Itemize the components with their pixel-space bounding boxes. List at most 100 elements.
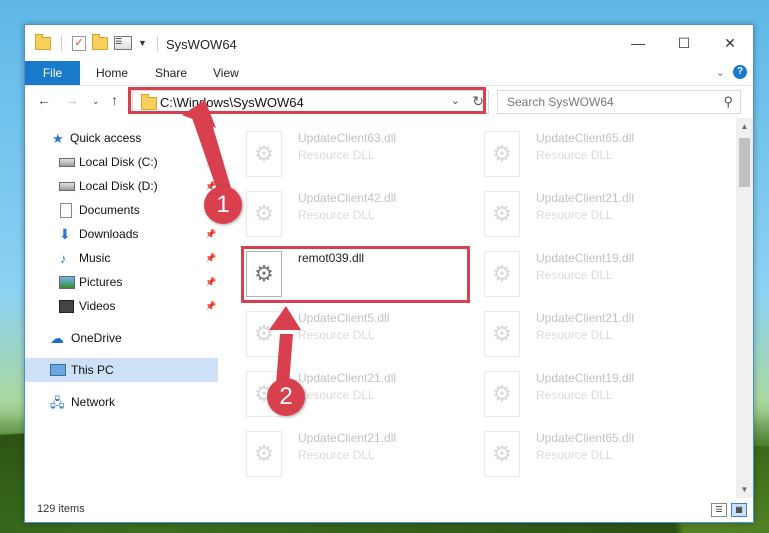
pin-icon[interactable]: 📌	[205, 157, 216, 168]
sidebar-item-videos[interactable]: Videos 📌	[25, 294, 218, 318]
maximize-button[interactable]: ☐	[661, 25, 707, 61]
details-view-icon[interactable]: ☰	[711, 503, 727, 517]
scrollbar-thumb[interactable]	[739, 138, 750, 187]
file-item[interactable]: ⚙ UpdateClient65.dll Resource DLL	[484, 427, 720, 483]
pin-icon[interactable]: 📌	[205, 277, 216, 288]
file-item[interactable]: ⚙ UpdateClient21.dll Resource DLL	[484, 187, 720, 243]
customize-toolbar-icon[interactable]: ☰	[114, 36, 132, 50]
properties-check-icon[interactable]: ✓	[72, 35, 86, 51]
tab-view[interactable]: View	[213, 66, 239, 80]
scroll-down-icon[interactable]: ▼	[736, 481, 753, 498]
new-folder-icon[interactable]	[92, 33, 108, 50]
music-icon: ♪	[60, 250, 67, 266]
item-count: 129 items	[37, 503, 85, 515]
file-item[interactable]: ⚙ UpdateClient65.dll Resource DLL	[484, 127, 720, 183]
close-icon: ✕	[724, 34, 736, 51]
sidebar-item-quick-access[interactable]: ★ Quick access	[25, 126, 218, 150]
minimize-button[interactable]: —	[615, 25, 661, 61]
dll-file-icon: ⚙	[484, 251, 520, 297]
documents-icon	[60, 202, 72, 218]
tab-file[interactable]: File	[25, 61, 80, 85]
sidebar-item-downloads[interactable]: ⬇ Downloads 📌	[25, 222, 218, 246]
file-type: Resource DLL	[298, 148, 375, 162]
file-name: UpdateClient21.dll	[298, 371, 397, 385]
forward-button[interactable]: →	[65, 92, 79, 108]
tab-share[interactable]: Share	[155, 66, 187, 80]
ribbon-right-controls: ⌄ ?	[716, 65, 747, 79]
sidebar-item-label: Documents	[79, 203, 140, 217]
file-name: UpdateClient5.dll	[298, 311, 390, 325]
file-type: Resource DLL	[298, 388, 375, 402]
navigation-pane: ★ Quick access Local Disk (C:) 📌 Local D…	[25, 118, 218, 498]
vertical-scrollbar[interactable]: ▲ ▼	[736, 118, 753, 498]
address-bar-highlight	[128, 87, 486, 114]
file-name: UpdateClient63.dll	[298, 131, 397, 145]
dll-file-icon: ⚙	[246, 131, 282, 177]
star-icon: ★	[52, 130, 64, 146]
dll-file-icon: ⚙	[484, 431, 520, 477]
file-name: UpdateClient21.dll	[536, 311, 635, 325]
file-item[interactable]: ⚙ UpdateClient19.dll Resource DLL	[484, 367, 720, 423]
recent-locations-button[interactable]: ⌄	[92, 96, 100, 107]
sidebar-item-label: Quick access	[70, 131, 142, 145]
sidebar-item-onedrive[interactable]: ☁ OneDrive	[25, 326, 218, 350]
title-bar: ✓ ☰ ▼ SysWOW64 — ☐ ✕	[25, 25, 753, 61]
file-type: Resource DLL	[536, 268, 613, 282]
sidebar-item-label: Videos	[79, 299, 116, 313]
help-icon[interactable]: ?	[733, 65, 747, 79]
file-type: Resource DLL	[536, 388, 613, 402]
pin-icon[interactable]: 📌	[205, 301, 216, 312]
file-item[interactable]: ⚙ UpdateClient5.dll Resource DLL	[246, 307, 482, 363]
drive-icon	[59, 157, 75, 167]
pin-icon[interactable]: 📌	[205, 229, 216, 240]
videos-icon	[59, 299, 74, 313]
search-icon[interactable]: ⚲	[723, 94, 733, 110]
toolbar-separator	[156, 35, 158, 51]
chevron-down-icon[interactable]: ▼	[138, 38, 147, 48]
tiles-view-icon[interactable]: ▦	[731, 503, 747, 517]
file-item[interactable]: ⚙ UpdateClient21.dll Resource DLL	[246, 427, 482, 483]
file-item[interactable]: ⚙ UpdateClient19.dll Resource DLL	[484, 247, 720, 303]
pin-icon[interactable]: 📌	[205, 253, 216, 264]
expand-ribbon-icon[interactable]: ⌄	[716, 66, 725, 79]
scroll-up-icon[interactable]: ▲	[736, 118, 753, 135]
quick-access-toolbar: ✓ ☰ ▼	[35, 33, 162, 51]
search-input[interactable]: Search SysWOW64	[507, 95, 614, 109]
file-list: ⚙ UpdateClient63.dll Resource DLL ⚙ Upda…	[240, 121, 735, 496]
toolbar-separator	[61, 35, 62, 51]
dll-file-icon: ⚙	[484, 311, 520, 357]
file-item[interactable]: ⚙ UpdateClient21.dll Resource DLL	[484, 307, 720, 363]
file-item[interactable]: ⚙ UpdateClient63.dll Resource DLL	[246, 127, 482, 183]
network-icon: 🖧	[50, 394, 65, 410]
sidebar-item-this-pc[interactable]: This PC	[25, 358, 218, 382]
downloads-icon: ⬇	[59, 225, 71, 242]
maximize-icon: ☐	[677, 34, 691, 51]
dll-file-icon: ⚙	[246, 191, 282, 237]
sidebar-item-local-disk-d[interactable]: Local Disk (D:) 📌	[25, 174, 218, 198]
sidebar-item-label: Downloads	[79, 227, 139, 241]
file-type: Resource DLL	[298, 208, 375, 222]
file-name: UpdateClient42.dll	[298, 191, 397, 205]
dll-file-icon: ⚙	[484, 371, 520, 417]
computer-icon	[50, 364, 66, 376]
close-button[interactable]: ✕	[707, 25, 753, 61]
sidebar-item-music[interactable]: ♪ Music 📌	[25, 246, 218, 270]
file-name: UpdateClient19.dll	[536, 371, 635, 385]
file-type: Resource DLL	[536, 328, 613, 342]
window-controls: — ☐ ✕	[615, 25, 753, 61]
file-name: UpdateClient65.dll	[536, 131, 635, 145]
sidebar-item-local-disk-c[interactable]: Local Disk (C:) 📌	[25, 150, 218, 174]
minimize-icon: —	[631, 35, 645, 51]
folder-icon	[35, 33, 51, 50]
search-box[interactable]: Search SysWOW64 ⚲	[497, 90, 741, 114]
file-item[interactable]: ⚙ UpdateClient42.dll Resource DLL	[246, 187, 482, 243]
sidebar-item-pictures[interactable]: Pictures 📌	[25, 270, 218, 294]
file-type: Resource DLL	[298, 448, 375, 462]
sidebar-item-label: Network	[71, 395, 116, 409]
sidebar-item-documents[interactable]: Documents 📌	[25, 198, 218, 222]
file-name: UpdateClient65.dll	[536, 431, 635, 445]
up-button[interactable]: ↑	[111, 92, 118, 108]
sidebar-item-network[interactable]: 🖧 Network	[25, 390, 218, 414]
back-button[interactable]: ←	[37, 92, 51, 108]
tab-home[interactable]: Home	[96, 66, 128, 80]
